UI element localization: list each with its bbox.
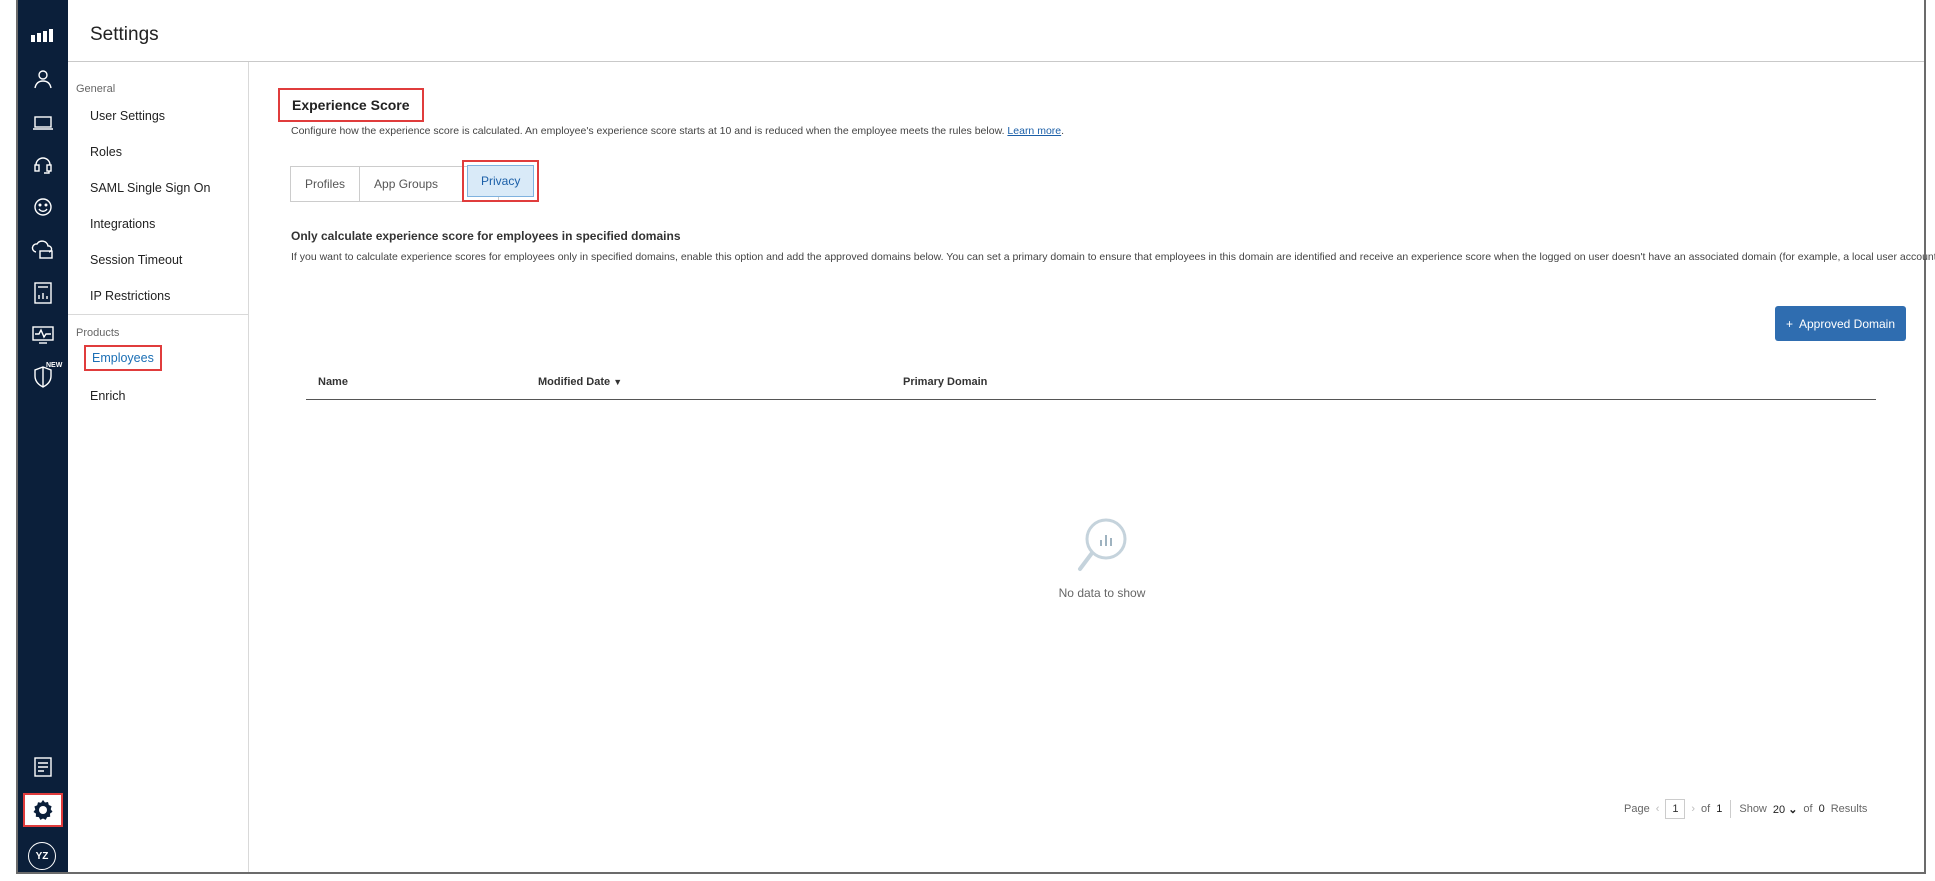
new-badge: NEW	[46, 362, 63, 369]
results-count: 0	[1818, 803, 1825, 815]
results-of-label: of	[1803, 803, 1813, 815]
top-bar: Settings	[68, 0, 1924, 62]
plus-icon: +	[1785, 316, 1793, 331]
logo-icon[interactable]	[28, 20, 58, 50]
description-period: .	[1061, 125, 1065, 137]
next-page-icon[interactable]: ›	[1691, 803, 1695, 815]
empty-state: No data to show	[1032, 517, 1172, 600]
nav-item-user-settings[interactable]: User Settings	[90, 109, 165, 123]
nav-item-employees[interactable]: Employees	[84, 345, 162, 371]
column-modified-date-label: Modified Date	[538, 376, 611, 388]
gear-icon	[33, 800, 53, 820]
report-icon[interactable]	[28, 278, 58, 308]
tab-privacy-highlight: Privacy	[462, 160, 540, 202]
nav-divider	[68, 314, 249, 315]
nav-item-ip-restrictions[interactable]: IP Restrictions	[90, 289, 170, 303]
document-icon[interactable]	[28, 752, 58, 782]
avatar[interactable]: YZ	[28, 842, 56, 870]
laptop-icon[interactable]	[28, 108, 58, 138]
table-header: Name Modified Date ▼ Primary Domain	[306, 364, 1876, 400]
app-window: NEW YZ Settings General User Settings Ro…	[16, 0, 1935, 874]
description-text: Configure how the experience score is ca…	[291, 125, 1005, 137]
add-approved-domain-label: Approved Domain	[1798, 316, 1896, 331]
page-size-select[interactable]: 20 ⌄	[1773, 803, 1798, 816]
settings-nav: General User Settings Roles SAML Single …	[68, 62, 249, 872]
page-label: Page	[1624, 803, 1650, 815]
of-label: of	[1701, 803, 1711, 815]
smile-icon[interactable]	[28, 192, 58, 222]
nav-item-roles[interactable]: Roles	[90, 145, 122, 159]
main-content: Experience Score Configure how the exper…	[249, 62, 1935, 872]
nav-section-products: Products	[76, 327, 120, 339]
show-label: Show	[1739, 803, 1767, 815]
pagination: Page ‹ 1 › of 1 Show 20 ⌄ of 0 Results	[1624, 798, 1867, 820]
pager-divider	[1730, 800, 1732, 818]
icon-rail: NEW YZ	[18, 0, 68, 872]
settings-gear-button[interactable]	[23, 793, 63, 827]
page-title: Settings	[90, 24, 159, 45]
cloud-icon[interactable]	[28, 235, 58, 265]
column-name[interactable]: Name	[318, 376, 348, 388]
no-data-icon	[1078, 518, 1127, 571]
person-icon[interactable]	[28, 64, 58, 94]
empty-state-text: No data to show	[1058, 586, 1146, 600]
nav-section-general: General	[76, 83, 116, 95]
nav-item-integrations[interactable]: Integrations	[90, 217, 155, 231]
prev-page-icon[interactable]: ‹	[1656, 803, 1660, 815]
headset-icon[interactable]	[28, 150, 58, 180]
tab-privacy[interactable]: Privacy	[467, 165, 535, 197]
section-heading: Experience Score	[278, 88, 424, 122]
domains-table: Name Modified Date ▼ Primary Domain	[306, 364, 1876, 400]
privacy-section-title: Only calculate experience score for empl…	[291, 229, 681, 243]
learn-more-link[interactable]: Learn more	[1007, 125, 1061, 137]
add-approved-domain-button[interactable]: + Approved Domain	[1775, 306, 1906, 341]
nav-item-saml[interactable]: SAML Single Sign On	[90, 181, 210, 195]
heading-description: Configure how the experience score is ca…	[291, 125, 1064, 137]
nav-item-enrich[interactable]: Enrich	[90, 389, 125, 403]
sort-desc-icon: ▼	[613, 377, 623, 387]
page-size-value: 20	[1772, 803, 1786, 816]
chevron-down-icon: ⌄	[1788, 803, 1798, 816]
total-pages: 1	[1716, 803, 1723, 815]
nav-item-session-timeout[interactable]: Session Timeout	[90, 253, 182, 267]
page-number-input[interactable]: 1	[1665, 799, 1686, 819]
column-primary-domain[interactable]: Primary Domain	[903, 376, 987, 388]
privacy-section-description: If you want to calculate experience scor…	[291, 251, 1935, 263]
results-label: Results	[1830, 803, 1868, 815]
column-modified-date[interactable]: Modified Date ▼	[538, 376, 622, 388]
monitor-icon[interactable]	[28, 320, 58, 350]
tab-profiles[interactable]: Profiles	[291, 167, 361, 201]
